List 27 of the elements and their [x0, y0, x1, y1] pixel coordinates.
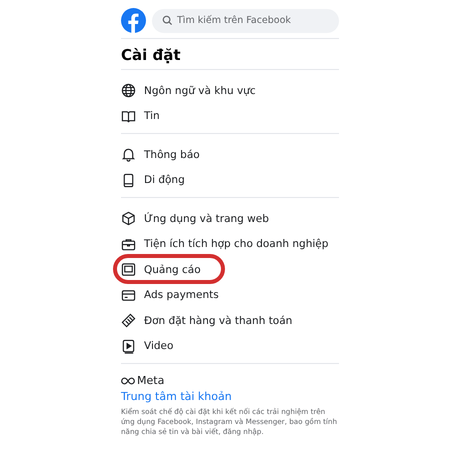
settings-item[interactable]: Ads payments: [121, 282, 339, 308]
screen-icon: [121, 262, 136, 278]
search-field[interactable]: Tìm kiếm trên Facebook: [152, 8, 339, 32]
briefcase-icon: [121, 236, 136, 252]
facebook-logo-icon[interactable]: [121, 8, 146, 32]
tag-icon: [121, 313, 136, 328]
page-title: Cài đặt: [121, 45, 182, 65]
bell-icon: [121, 147, 136, 162]
accounts-center-link[interactable]: Trung tâm tài khoản: [121, 390, 339, 403]
settings-item[interactable]: Tiện ích tích hợp cho doanh nghiệp: [121, 232, 339, 257]
settings-item[interactable]: Thông báo: [121, 142, 339, 168]
globe-icon: [121, 83, 136, 98]
settings-item[interactable]: Đơn đặt hàng và thanh toán: [121, 308, 339, 334]
settings-item[interactable]: Ứng dụng và trang web: [121, 206, 339, 232]
settings-item[interactable]: Video: [121, 334, 339, 359]
settings-item[interactable]: Quảng cáo: [121, 257, 339, 282]
brand-name: Meta: [137, 374, 164, 387]
search-icon: [162, 14, 173, 26]
infinity-logo-icon: [121, 376, 135, 384]
book-icon: [121, 108, 136, 124]
phone-icon: [121, 172, 136, 188]
cube-icon: [121, 211, 136, 226]
settings-item[interactable]: Ngôn ngữ và khu vực: [121, 78, 339, 104]
settings-item[interactable]: Di động: [121, 168, 339, 193]
card-icon: [121, 288, 136, 303]
video-icon: [121, 338, 136, 354]
settings-item[interactable]: Tin: [121, 104, 339, 129]
